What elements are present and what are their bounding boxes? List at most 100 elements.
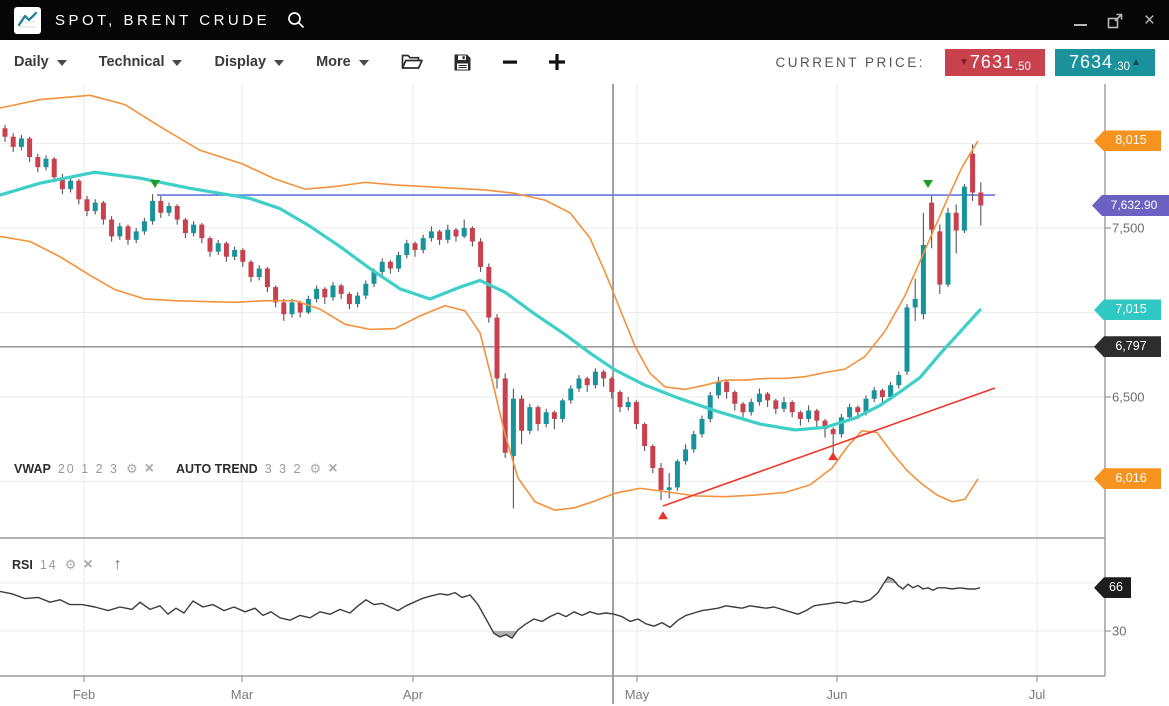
chevron-down-icon xyxy=(57,60,67,66)
candle-body xyxy=(281,302,286,314)
candle-body xyxy=(626,402,631,407)
candle-body xyxy=(437,231,442,239)
candle-body xyxy=(249,262,254,277)
price-axis-badge: 8,015 xyxy=(1094,130,1161,151)
candle-body xyxy=(265,269,270,288)
candle-body xyxy=(700,419,705,434)
candle-body xyxy=(798,412,803,419)
candle-body xyxy=(593,372,598,386)
candle-body xyxy=(19,138,24,146)
candle-body xyxy=(667,487,672,490)
candle-body xyxy=(117,226,122,236)
candle-body xyxy=(757,394,762,402)
search-icon[interactable] xyxy=(286,10,306,30)
minimize-button[interactable] xyxy=(1074,15,1087,26)
gear-icon[interactable]: ⚙ xyxy=(310,463,322,475)
chevron-down-icon xyxy=(172,60,182,66)
candle-body xyxy=(552,412,557,419)
candle-body xyxy=(634,402,639,424)
x-axis-label: Jul xyxy=(1029,687,1046,702)
menu-technical[interactable]: Technical xyxy=(99,54,183,70)
gear-icon[interactable]: ⚙ xyxy=(126,463,138,475)
candle-body xyxy=(290,302,295,314)
candle-body xyxy=(52,159,57,178)
title-bar: SPOT, BRENT CRUDE × xyxy=(0,0,1169,40)
window-controls: × xyxy=(1074,11,1155,30)
candle-body xyxy=(232,250,237,257)
candle-body xyxy=(101,203,106,220)
candle-body xyxy=(642,424,647,446)
x-axis-label: Mar xyxy=(231,687,253,702)
y-axis-label: 7,500 xyxy=(1112,221,1145,236)
candle-body xyxy=(954,213,959,231)
candle-body xyxy=(85,199,90,211)
candle-body xyxy=(240,250,245,262)
candle-body xyxy=(741,404,746,412)
price-axis-badge: 7,632.90 xyxy=(1092,195,1169,216)
candle-body xyxy=(413,243,418,250)
chart-canvas[interactable] xyxy=(0,84,1169,706)
candle-body xyxy=(363,284,368,296)
vwap-indicator-name: VWAP xyxy=(14,462,51,476)
vwap-indicator-row: VWAP 20 1 2 3 ⚙ × AUTO TREND 3 3 2 ⚙ × xyxy=(14,462,338,476)
candle-body xyxy=(773,400,778,408)
candle-body xyxy=(691,434,696,449)
menu-more[interactable]: More xyxy=(316,54,369,70)
candle-body xyxy=(782,402,787,409)
zoom-out-icon[interactable] xyxy=(502,54,518,70)
candle-body xyxy=(355,296,360,304)
candle-body xyxy=(35,157,40,167)
candle-body xyxy=(175,206,180,220)
menu-interval[interactable]: Daily xyxy=(14,54,67,70)
candle-body xyxy=(191,225,196,233)
remove-indicator-icon[interactable]: × xyxy=(145,463,154,475)
rsi-axis-label: 30 xyxy=(1112,624,1126,639)
candle-body xyxy=(404,243,409,255)
candle-body xyxy=(585,378,590,385)
price-chart[interactable]: VWAP 20 1 2 3 ⚙ × AUTO TREND 3 3 2 ⚙ × R… xyxy=(0,84,1169,706)
candle-body xyxy=(109,220,114,237)
candle-body xyxy=(347,294,352,304)
candle-body xyxy=(208,238,213,252)
current-price-label: CURRENT PRICE: xyxy=(775,55,925,70)
candle-body xyxy=(224,243,229,257)
open-folder-icon[interactable] xyxy=(401,53,423,71)
gear-icon[interactable]: ⚙ xyxy=(65,559,77,571)
price-axis-badge: 6,016 xyxy=(1094,468,1161,489)
remove-indicator-icon[interactable]: × xyxy=(83,559,92,571)
candle-body xyxy=(765,394,770,401)
candle-body xyxy=(44,159,49,167)
candle-body xyxy=(126,226,131,240)
candle-body xyxy=(970,154,975,193)
menu-display[interactable]: Display xyxy=(214,54,284,70)
candle-body xyxy=(814,411,819,421)
candle-body xyxy=(429,231,434,238)
x-axis-label: Apr xyxy=(403,687,423,702)
window-title: SPOT, BRENT CRUDE xyxy=(55,12,270,29)
candle-body xyxy=(331,285,336,297)
candle-body xyxy=(183,220,188,234)
candle-body xyxy=(511,399,516,456)
candle-body xyxy=(577,378,582,388)
candle-body xyxy=(421,238,426,250)
zoom-in-icon[interactable] xyxy=(548,53,566,71)
candle-body xyxy=(216,243,221,251)
candle-body xyxy=(724,382,729,392)
chart-toolbar: Daily Technical Display More CURREN xyxy=(0,40,1169,84)
restore-button[interactable] xyxy=(1107,12,1124,29)
candle-body xyxy=(158,201,163,213)
candle-body xyxy=(683,449,688,461)
candle-body xyxy=(445,230,450,240)
save-icon[interactable] xyxy=(453,53,472,72)
trend-line[interactable] xyxy=(663,388,995,506)
ask-price-badge: 7634 .30 ▲ xyxy=(1055,49,1155,76)
collapse-pane-icon[interactable]: ↑ xyxy=(114,556,122,574)
candle-body xyxy=(790,402,795,412)
candle-body xyxy=(150,201,155,221)
candle-body xyxy=(937,231,942,284)
candle-body xyxy=(68,181,73,189)
close-button[interactable]: × xyxy=(1144,11,1155,30)
chevron-down-icon xyxy=(359,60,369,66)
remove-indicator-icon[interactable]: × xyxy=(328,463,337,475)
candle-body xyxy=(199,225,204,239)
